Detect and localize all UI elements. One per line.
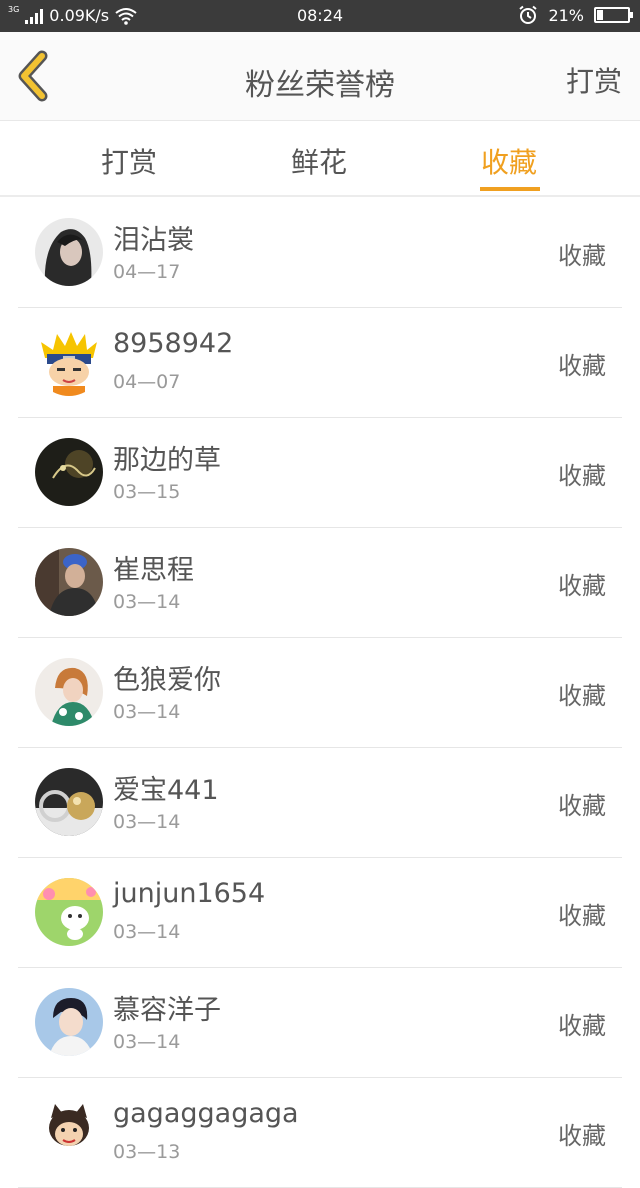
list-item[interactable]: 慕容洋子 03—14 收藏	[18, 968, 622, 1078]
action-label: 收藏	[558, 242, 606, 270]
list-item[interactable]: 泪沾裳 04—17 收藏	[18, 198, 622, 308]
avatar	[35, 1098, 103, 1166]
reward-button[interactable]: 打赏	[566, 60, 622, 100]
header-bar: 粉丝荣誉榜 打赏	[0, 32, 640, 121]
avatar	[35, 988, 103, 1056]
tab-reward[interactable]: 打赏	[101, 141, 157, 181]
list-item[interactable]: 崔思程 03—14 收藏	[18, 528, 622, 638]
date-label: 03—14	[113, 811, 181, 833]
date-label: 03—14	[113, 591, 181, 613]
action-label: 收藏	[558, 902, 606, 930]
avatar	[35, 878, 103, 946]
list-item[interactable]: gagaggagaga 03—13 收藏	[18, 1078, 622, 1188]
status-bar: 3G 0.09K/s 08:24 21%	[0, 0, 640, 32]
action-label: 收藏	[558, 1012, 606, 1040]
date-label: 04—07	[113, 371, 181, 393]
chevron-left-icon	[18, 50, 48, 102]
user-name: 崔思程	[113, 555, 194, 586]
battery-level	[597, 10, 603, 20]
list-item[interactable]: 那边的草 03—15 收藏	[18, 418, 622, 528]
avatar	[35, 438, 103, 506]
list-item[interactable]: junjun1654 03—14 收藏	[18, 858, 622, 968]
status-right: 21%	[518, 5, 633, 25]
date-label: 03—13	[113, 1141, 181, 1163]
date-label: 03—14	[113, 1031, 181, 1053]
list-item[interactable]: 爱宝441 03—14 收藏	[18, 748, 622, 858]
tab-favorites[interactable]: 收藏	[481, 141, 537, 181]
tab-flowers[interactable]: 鲜花	[291, 141, 347, 181]
battery-percent: 21%	[548, 5, 584, 25]
user-name: 泪沾裳	[113, 225, 194, 256]
tab-bar: 打赏 鲜花 收藏	[0, 121, 640, 197]
user-name: 那边的草	[113, 445, 221, 476]
date-label: 04—17	[113, 261, 181, 283]
user-name: 爱宝441	[113, 775, 219, 806]
back-button[interactable]	[12, 50, 62, 102]
avatar	[35, 658, 103, 726]
fan-list: 泪沾裳 04—17 收藏 8958942 04—07 收藏 那边的草 03—15…	[0, 198, 640, 1188]
date-label: 03—14	[113, 701, 181, 723]
alarm-icon	[519, 5, 538, 24]
page-title: 粉丝荣誉榜	[245, 68, 395, 103]
list-item[interactable]: 色狼爱你 03—14 收藏	[18, 638, 622, 748]
avatar	[35, 768, 103, 836]
user-name: 慕容洋子	[113, 995, 221, 1026]
avatar	[35, 218, 103, 286]
action-label: 收藏	[558, 792, 606, 820]
active-tab-indicator	[480, 187, 540, 191]
avatar	[35, 328, 103, 396]
action-label: 收藏	[558, 682, 606, 710]
action-label: 收藏	[558, 462, 606, 490]
date-label: 03—15	[113, 481, 181, 503]
user-name: 8958942	[113, 328, 234, 359]
user-name: 色狼爱你	[113, 665, 221, 696]
action-label: 收藏	[558, 572, 606, 600]
list-item[interactable]: 8958942 04—07 收藏	[18, 308, 622, 418]
battery-icon	[594, 7, 633, 23]
action-label: 收藏	[558, 1122, 606, 1150]
action-label: 收藏	[558, 352, 606, 380]
user-name: gagaggagaga	[113, 1098, 299, 1129]
avatar	[35, 548, 103, 616]
date-label: 03—14	[113, 921, 181, 943]
user-name: junjun1654	[113, 878, 266, 909]
